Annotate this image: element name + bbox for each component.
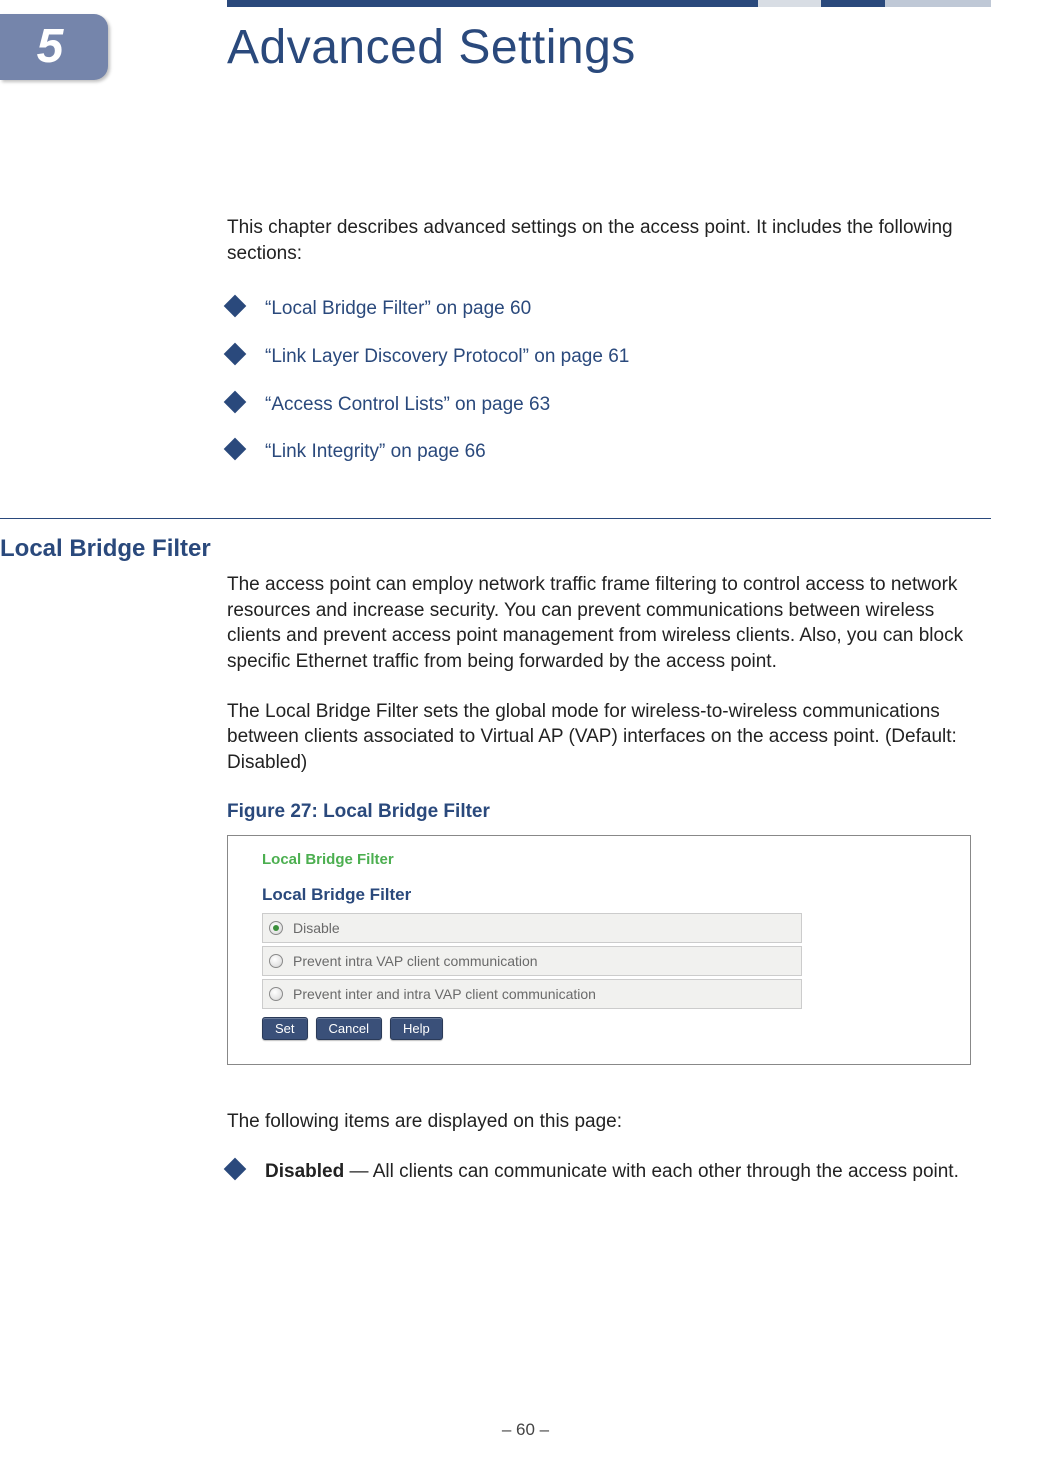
toc-link[interactable]: “Local Bridge Filter” on page 60: [265, 298, 531, 319]
figure-caption: Figure 27: Local Bridge Filter: [227, 799, 971, 825]
list-item: Disabled — All clients can communicate w…: [227, 1159, 971, 1185]
page-number: – 60 –: [0, 1419, 1051, 1442]
radio-selected-icon: [269, 921, 283, 935]
diamond-bullet-icon: [224, 390, 247, 413]
section-divider: [0, 518, 991, 519]
set-button[interactable]: Set: [262, 1017, 308, 1040]
item-description: — All clients can communicate with each …: [344, 1161, 959, 1182]
radio-option-intra[interactable]: Prevent intra VAP client communication: [262, 946, 802, 976]
toc-list: “Local Bridge Filter” on page 60 “Link L…: [227, 296, 971, 465]
radio-label: Prevent inter and intra VAP client commu…: [293, 985, 596, 1004]
diamond-bullet-icon: [224, 295, 247, 318]
radio-option-disable[interactable]: Disable: [262, 913, 802, 943]
radio-label: Disable: [293, 919, 340, 938]
radio-label: Prevent intra VAP client communication: [293, 952, 538, 971]
body-paragraph: The access point can employ network traf…: [227, 572, 971, 675]
item-term: Disabled: [265, 1161, 344, 1182]
help-button[interactable]: Help: [390, 1017, 443, 1040]
toc-item: “Local Bridge Filter” on page 60: [227, 296, 971, 322]
diamond-bullet-icon: [224, 438, 247, 461]
toc-link[interactable]: “Link Integrity” on page 66: [265, 441, 486, 462]
radio-unselected-icon: [269, 954, 283, 968]
body-paragraph: The Local Bridge Filter sets the global …: [227, 699, 971, 776]
diamond-bullet-icon: [224, 1158, 247, 1181]
chapter-title: Advanced Settings: [227, 16, 636, 81]
radio-unselected-icon: [269, 987, 283, 1001]
radio-option-inter-intra[interactable]: Prevent inter and intra VAP client commu…: [262, 979, 802, 1009]
figure-small-title: Local Bridge Filter: [262, 850, 956, 870]
button-row: Set Cancel Help: [262, 1017, 956, 1040]
toc-link[interactable]: “Access Control Lists” on page 63: [265, 394, 550, 415]
chapter-number: 5: [37, 15, 64, 80]
header-stripe: [227, 0, 991, 7]
item-list: Disabled — All clients can communicate w…: [227, 1159, 971, 1185]
figure-panel-title: Local Bridge Filter: [262, 884, 956, 907]
cancel-button[interactable]: Cancel: [316, 1017, 382, 1040]
chapter-number-badge: 5: [0, 14, 108, 80]
intro-paragraph: This chapter describes advanced settings…: [227, 215, 971, 266]
toc-item: “Access Control Lists” on page 63: [227, 392, 971, 418]
toc-item: “Link Integrity” on page 66: [227, 439, 971, 465]
diamond-bullet-icon: [224, 343, 247, 366]
section-heading: Local Bridge Filter: [0, 533, 211, 565]
toc-link[interactable]: “Link Layer Discovery Protocol” on page …: [265, 346, 629, 367]
toc-item: “Link Layer Discovery Protocol” on page …: [227, 344, 971, 370]
items-intro: The following items are displayed on thi…: [227, 1109, 971, 1135]
figure-screenshot: Local Bridge Filter Local Bridge Filter …: [227, 835, 971, 1065]
